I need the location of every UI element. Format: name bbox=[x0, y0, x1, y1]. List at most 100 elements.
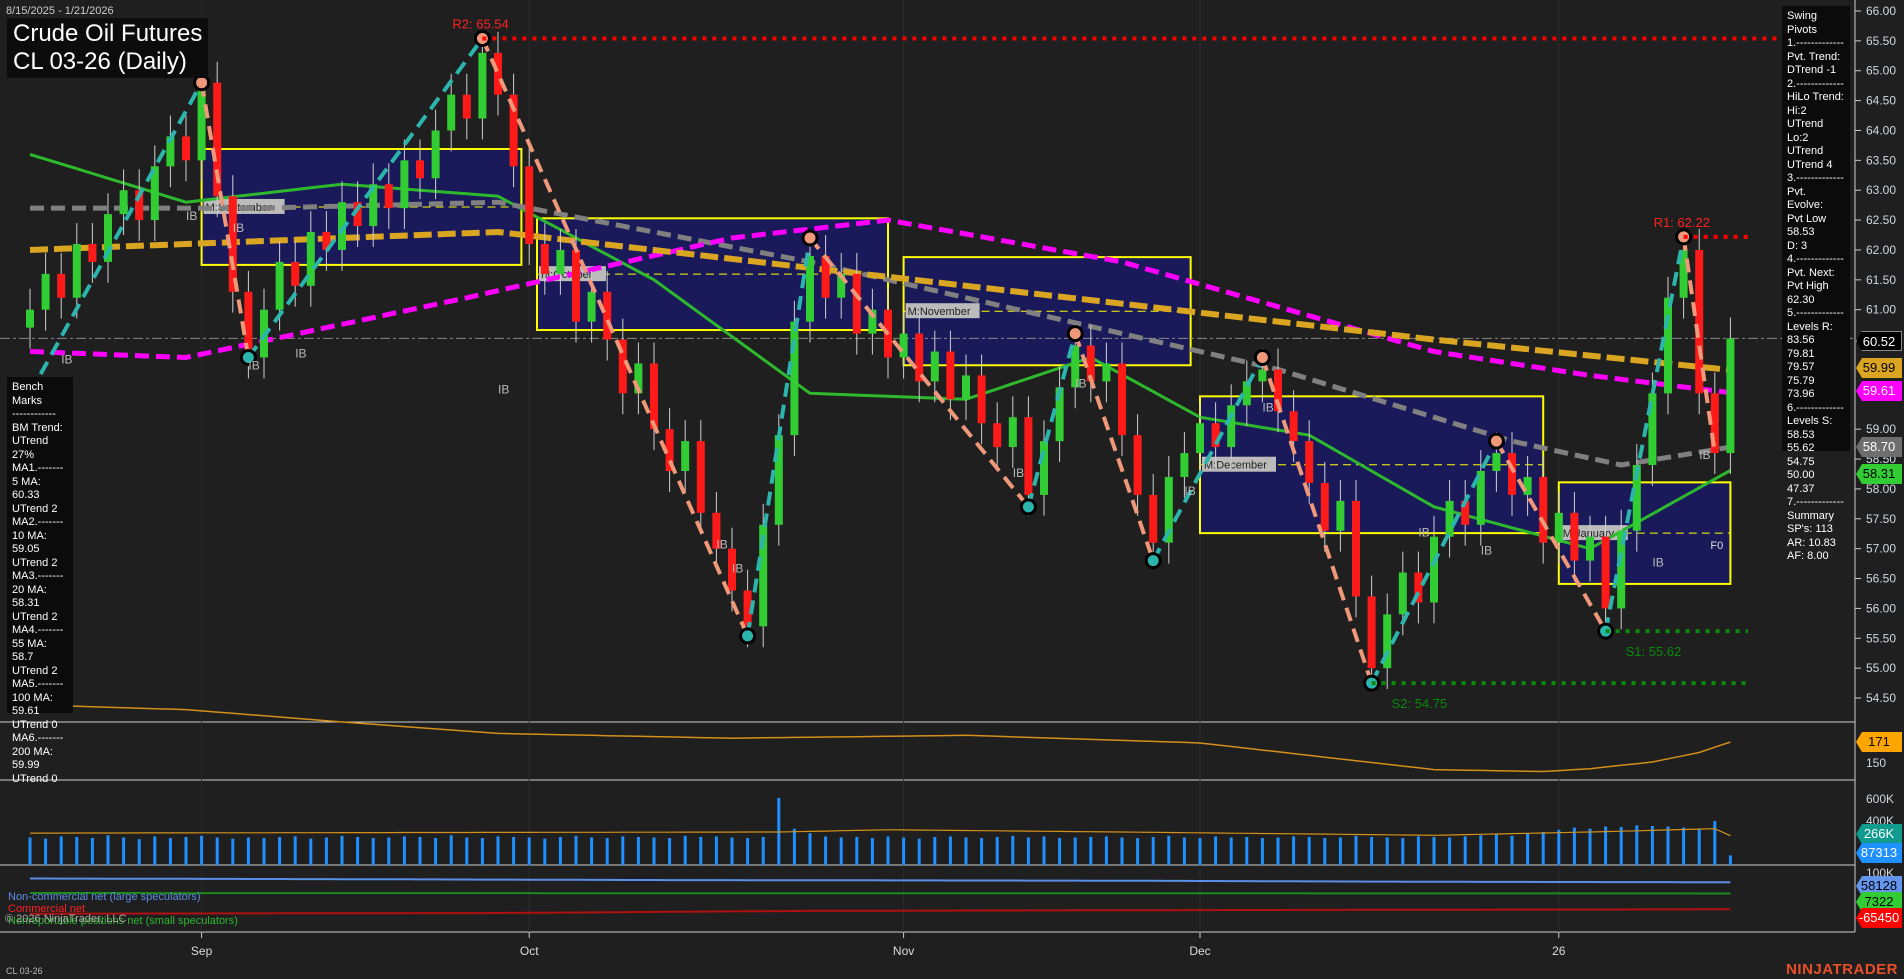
volume-bar bbox=[1214, 836, 1218, 865]
volume-bar bbox=[1026, 837, 1030, 865]
price-axis-label: 56.50 bbox=[1866, 572, 1896, 586]
volume-bar bbox=[246, 837, 250, 865]
volume-bar bbox=[1167, 835, 1171, 865]
volume-bar bbox=[933, 836, 937, 865]
indicator-badge: 171 bbox=[1856, 732, 1902, 752]
volume-bar bbox=[730, 837, 734, 865]
pivot-line: 79.81 bbox=[1787, 347, 1815, 360]
candle-body bbox=[899, 333, 908, 358]
candle-body bbox=[494, 52, 502, 95]
volume-bar bbox=[1697, 828, 1701, 865]
candle-body bbox=[1430, 536, 1438, 603]
candle-body bbox=[431, 130, 440, 179]
candle-body bbox=[478, 52, 487, 119]
volume-axis-label: 600K bbox=[1866, 792, 1894, 806]
candle-body bbox=[852, 273, 861, 334]
pivot-line: Levels S: bbox=[1787, 415, 1833, 427]
ib-marker: IB bbox=[1184, 484, 1195, 498]
candle-body bbox=[275, 261, 284, 310]
candle-body bbox=[88, 243, 97, 262]
time-axis-label: Sep bbox=[191, 944, 213, 958]
pivot-line: 2.------------- bbox=[1787, 77, 1844, 90]
volume-bar bbox=[90, 838, 94, 865]
pivot-line: Swing Pivots bbox=[1787, 10, 1817, 36]
price-axis-label: 63.00 bbox=[1866, 183, 1896, 197]
pivot-line: 7.------------- bbox=[1787, 496, 1844, 508]
bench-line: ------------ bbox=[12, 408, 56, 420]
pivot-line: 6.------------- bbox=[1787, 401, 1844, 414]
volume-bar bbox=[1245, 836, 1249, 865]
volume-bar bbox=[855, 836, 859, 865]
time-axis-label: Oct bbox=[520, 944, 539, 958]
candle-body bbox=[1320, 482, 1329, 531]
price-axis-label: 55.50 bbox=[1866, 631, 1896, 645]
candle-body bbox=[1133, 435, 1142, 495]
swing-high-marker bbox=[801, 229, 819, 247]
title-line-1: Crude Oil Futures bbox=[13, 20, 203, 47]
volume-bar bbox=[465, 837, 469, 865]
candle-body bbox=[977, 375, 986, 424]
volume-bar bbox=[1338, 837, 1342, 865]
bench-line: Bench Marks bbox=[12, 381, 44, 407]
ib-marker: IB bbox=[1013, 466, 1024, 480]
volume-bar bbox=[1136, 838, 1140, 865]
pivot-line: 79.57 bbox=[1787, 361, 1815, 373]
volume-bar bbox=[1073, 837, 1077, 865]
bench-line: 60.33 bbox=[12, 489, 40, 501]
price-axis-label: 57.00 bbox=[1866, 542, 1896, 556]
candle-body bbox=[72, 243, 81, 298]
candle-body bbox=[556, 249, 565, 274]
pivot-line: AF: 8.00 bbox=[1787, 550, 1829, 562]
volume-bar bbox=[356, 836, 360, 865]
pivot-line: Pvt High bbox=[1787, 280, 1829, 292]
ib-marker: IB bbox=[61, 352, 72, 366]
volume-bar bbox=[59, 836, 63, 865]
price-axis-label: 56.00 bbox=[1866, 601, 1896, 615]
candle-body bbox=[400, 160, 409, 209]
swing-high-marker bbox=[1066, 325, 1084, 343]
volume-bar bbox=[340, 835, 344, 865]
swing-low-marker bbox=[1144, 552, 1162, 570]
pivot-line: Pvt. Trend: bbox=[1787, 50, 1841, 63]
candle-body bbox=[1180, 453, 1189, 477]
candle-body bbox=[1336, 500, 1345, 531]
pivot-line: 47.37 bbox=[1787, 482, 1815, 495]
candle-body bbox=[1289, 411, 1298, 442]
pivot-line: 1.------------- bbox=[1787, 37, 1844, 49]
candle-body bbox=[119, 190, 128, 215]
volume-bar bbox=[1370, 836, 1374, 865]
price-chart[interactable]: Sep Oct Nov Dec 26 66.00 65.50 65.00 64.50 64.00 6… bbox=[0, 0, 1904, 979]
volume-bar bbox=[1260, 838, 1264, 865]
pivot-line: 4.------------- bbox=[1787, 253, 1844, 265]
volume-bar bbox=[1526, 833, 1530, 865]
bench-line: MA6.------- bbox=[12, 732, 64, 744]
bench-line: MA2.------- bbox=[12, 516, 64, 528]
candle-body bbox=[384, 184, 393, 209]
candle-body bbox=[930, 351, 939, 382]
swing-high-marker bbox=[1253, 348, 1271, 366]
bench-line: 200 MA: bbox=[12, 745, 53, 758]
price-axis-label: 62.00 bbox=[1866, 243, 1896, 257]
volume-bar bbox=[1682, 827, 1686, 865]
bench-line: 58.7 bbox=[12, 651, 34, 663]
monthly-box-label: M:December bbox=[1204, 460, 1267, 472]
pivot-line: 3.------------- bbox=[1787, 172, 1844, 184]
pivot-line: 54.75 bbox=[1787, 455, 1815, 468]
volume-bar bbox=[574, 835, 578, 865]
candle-body bbox=[681, 441, 690, 471]
volume-bar bbox=[808, 833, 812, 865]
swing-low-marker bbox=[1019, 498, 1037, 516]
volume-bar bbox=[839, 837, 843, 865]
candle-body bbox=[525, 166, 534, 244]
price-axis-label: 55.00 bbox=[1866, 661, 1896, 675]
bench-line: UTrend 0 bbox=[12, 772, 58, 785]
candle-body bbox=[1445, 500, 1454, 537]
volume-bar bbox=[543, 838, 547, 865]
volume-bar bbox=[590, 837, 594, 865]
ib-marker: IB bbox=[732, 562, 743, 576]
price-axis-label: 64.00 bbox=[1866, 123, 1896, 137]
volume-bar bbox=[980, 838, 984, 865]
volume-bar bbox=[652, 837, 656, 865]
volume-bar bbox=[761, 836, 765, 865]
bench-line: UTrend 0 bbox=[12, 718, 58, 731]
